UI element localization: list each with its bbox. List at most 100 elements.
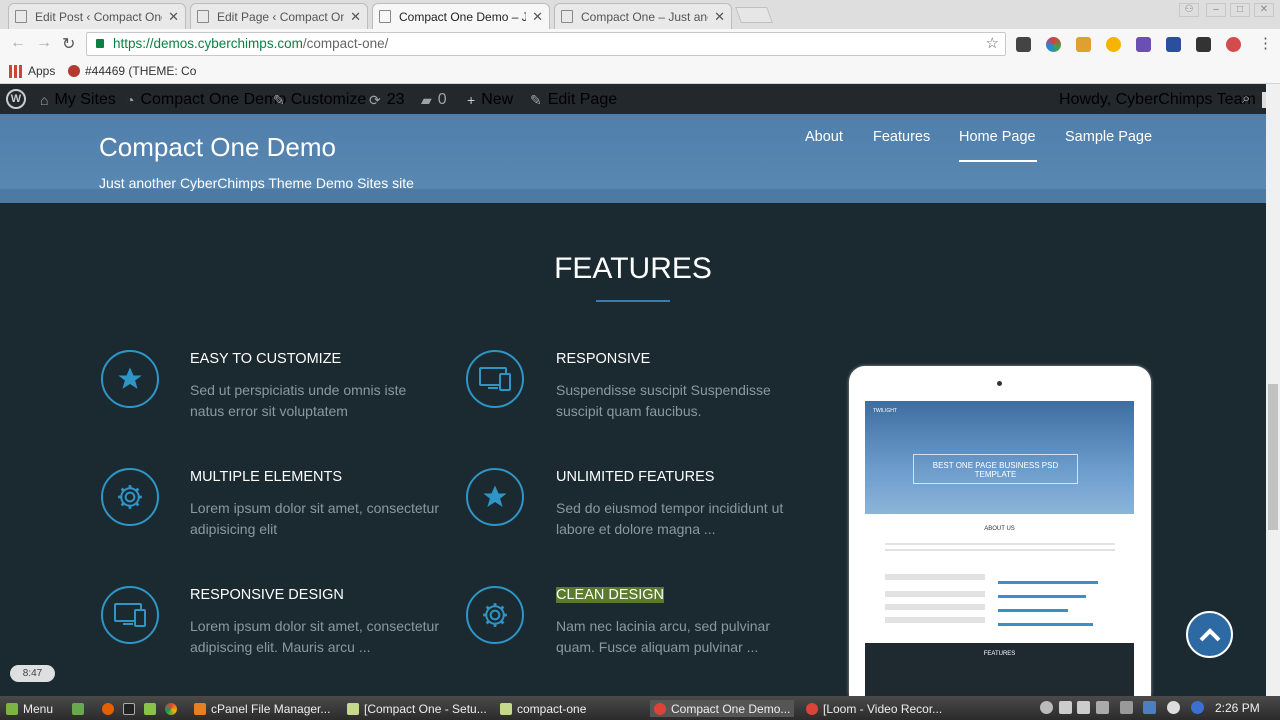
- page-icon: [197, 10, 209, 23]
- browser-menu-icon[interactable]: ⋮: [1258, 34, 1273, 52]
- reload-icon[interactable]: ↻: [62, 34, 75, 54]
- forward-icon[interactable]: →: [36, 34, 52, 52]
- clock[interactable]: 2:26 PM: [1215, 701, 1260, 715]
- apps-icon: [9, 64, 22, 78]
- close-icon[interactable]: ✕: [350, 9, 361, 25]
- shield-icon[interactable]: [1143, 701, 1156, 714]
- page-icon: [561, 10, 573, 23]
- extension-icon[interactable]: [1136, 37, 1151, 52]
- start-menu-button[interactable]: Menu: [6, 700, 53, 717]
- feature-title: MULTIPLE ELEMENTS: [190, 469, 343, 485]
- site-tagline: Just another CyberChimps Theme Demo Site…: [99, 175, 414, 191]
- active-menu-indicator: [959, 160, 1037, 162]
- brush-icon: ✎: [273, 91, 285, 108]
- tablet-camera: [997, 381, 1002, 386]
- bluetooth-icon[interactable]: [1191, 701, 1204, 714]
- tablet-mockup-image: TWILIGHT BEST ONE PAGE BUSINESS PSD TEMP…: [849, 366, 1151, 696]
- comments-link[interactable]: ▰ 0: [421, 91, 447, 109]
- address-bar[interactable]: https://demos.cyberchimps.com/compact-on…: [86, 32, 1006, 56]
- heading-divider: [596, 300, 670, 302]
- feature-title: CLEAN DESIGN: [556, 587, 664, 603]
- user-icon[interactable]: [1040, 701, 1053, 714]
- menu-item-features[interactable]: Features: [873, 129, 930, 145]
- edit-page-link[interactable]: ✎ Edit Page: [530, 91, 617, 109]
- new-content-menu[interactable]: + New: [467, 91, 513, 109]
- refresh-icon: ⟳: [369, 91, 381, 108]
- page-icon: [15, 10, 27, 23]
- comment-icon: ▰: [421, 91, 432, 108]
- minimize-button[interactable]: –: [1206, 3, 1226, 17]
- bookmark-apps[interactable]: Apps: [9, 64, 55, 78]
- chevron-up-icon: [1199, 627, 1220, 641]
- site-name-menu[interactable]: ◔ Compact One Demo: [126, 91, 286, 109]
- feature-title: EASY TO CUSTOMIZE: [190, 351, 342, 367]
- maximize-button[interactable]: □: [1230, 3, 1250, 17]
- update-icon[interactable]: [1167, 701, 1180, 714]
- menu-item-sample-page[interactable]: Sample Page: [1065, 129, 1152, 145]
- url-host: https://demos.cyberchimps.com: [113, 36, 303, 51]
- window-close-button[interactable]: ✕: [1254, 3, 1274, 17]
- mockup-skill-bar: [998, 581, 1098, 584]
- scroll-to-top-button[interactable]: [1186, 611, 1233, 658]
- firefox-icon[interactable]: [102, 700, 114, 717]
- my-sites-menu[interactable]: ⌂ My Sites: [40, 91, 116, 109]
- menu-item-about[interactable]: About: [805, 129, 843, 145]
- tab-compact-one[interactable]: Compact One – Just another CyberChimps T…: [554, 3, 732, 29]
- extension-icon[interactable]: [1226, 37, 1241, 52]
- profile-icon[interactable]: ⚇: [1179, 3, 1199, 17]
- close-icon[interactable]: ✕: [532, 9, 543, 25]
- task-compact-one-folder[interactable]: compact-one: [500, 700, 586, 717]
- volume-icon[interactable]: [1077, 701, 1090, 714]
- feature-title: RESPONSIVE: [556, 351, 651, 367]
- selected-text-highlight: CLEAN DESIGN: [556, 587, 664, 603]
- back-icon[interactable]: ←: [10, 34, 26, 52]
- dashboard-icon: ◔: [126, 92, 135, 108]
- close-icon[interactable]: ✕: [714, 9, 725, 25]
- task-cpanel[interactable]: cPanel File Manager...: [194, 700, 330, 717]
- chrome-icon[interactable]: [165, 700, 177, 717]
- color-picker-icon[interactable]: [1046, 37, 1061, 52]
- mockup-features-heading: FEATURES: [983, 651, 1016, 657]
- feature-text: Sed ut perspiciatis unde omnis iste natu…: [190, 382, 407, 419]
- tablet-screen: TWILIGHT BEST ONE PAGE BUSINESS PSD TEMP…: [865, 401, 1134, 696]
- close-icon[interactable]: ✕: [168, 9, 179, 25]
- mockup-skill-bar: [998, 623, 1093, 626]
- clipboard-icon[interactable]: [1096, 701, 1109, 714]
- tray-app-icon[interactable]: [1120, 701, 1133, 714]
- extension-icon[interactable]: [1016, 37, 1031, 52]
- extension-icon[interactable]: [1076, 37, 1091, 52]
- extension-icon[interactable]: [1196, 37, 1211, 52]
- scrollbar-thumb[interactable]: [1268, 384, 1278, 530]
- bookmark-theme-ticket[interactable]: #44469 (THEME: Co: [68, 64, 196, 78]
- chrome-extension-icon[interactable]: [1106, 37, 1121, 52]
- task-compact-one-demo[interactable]: Compact One Demo...: [650, 700, 795, 717]
- terminal-icon[interactable]: [123, 700, 135, 717]
- tab-compact-one-demo[interactable]: Compact One Demo – Just another CyberChi…: [372, 3, 550, 29]
- network-icon[interactable]: [1059, 701, 1072, 714]
- customize-link[interactable]: ✎ Customize: [273, 91, 366, 109]
- plus-icon: +: [467, 92, 476, 108]
- tab-edit-post[interactable]: Edit Post ‹ Compact One – Just another C…: [8, 3, 186, 29]
- feature-title: UNLIMITED FEATURES: [556, 469, 715, 485]
- mockup-hero-text: BEST ONE PAGE BUSINESS PSD TEMPLATE: [913, 454, 1078, 484]
- task-compact-one-setup[interactable]: [Compact One - Setu...: [347, 700, 487, 717]
- bookmark-star-icon[interactable]: ☆: [986, 33, 999, 55]
- gear-icon: [466, 586, 524, 644]
- star-icon: [101, 350, 159, 408]
- devices-icon: [101, 586, 159, 644]
- menu-item-home-page[interactable]: Home Page: [959, 129, 1036, 145]
- sites-icon: ⌂: [40, 92, 49, 108]
- wordpress-logo-icon[interactable]: W: [6, 89, 26, 109]
- site-title[interactable]: Compact One Demo: [99, 132, 336, 163]
- new-tab-button[interactable]: [735, 7, 773, 23]
- search-icon[interactable]: ⌕: [1242, 90, 1250, 107]
- show-desktop-icon[interactable]: [72, 700, 84, 717]
- updates-link[interactable]: ⟳ 23: [369, 91, 405, 109]
- tab-edit-page[interactable]: Edit Page ‹ Compact One – Just another C…: [190, 3, 368, 29]
- features-heading: FEATURES: [554, 252, 712, 285]
- task-loom[interactable]: [Loom - Video Recor...: [806, 700, 942, 717]
- extension-icon[interactable]: [1166, 37, 1181, 52]
- bug-icon: [68, 65, 80, 77]
- files-icon[interactable]: [144, 700, 156, 717]
- mint-logo-icon: [6, 702, 18, 715]
